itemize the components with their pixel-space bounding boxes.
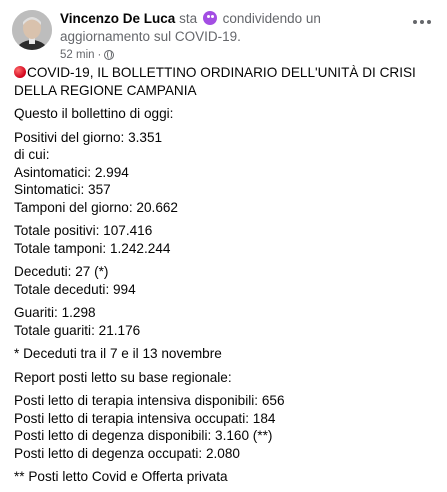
- report-intro-paragraph: Report posti letto su base regionale:: [14, 369, 434, 387]
- post-header-text: Vincenzo De Luca sta condividendo un agg…: [60, 10, 400, 46]
- smile-activity-icon: [202, 11, 217, 25]
- stat-line: Guariti: 1.298: [14, 305, 96, 320]
- stat-line: Posti letto di degenza occupati: 2.080: [14, 445, 240, 461]
- more-dot-icon: [420, 20, 424, 24]
- stat-line: Sintomatici: 357: [14, 182, 111, 197]
- post-timestamp[interactable]: 52 min: [60, 48, 95, 62]
- stat-line: Posti letto di terapia intensiva occupat…: [14, 410, 276, 426]
- author-avatar[interactable]: [12, 10, 52, 50]
- post-title: COVID-19, IL BOLLETTINO ORDINARIO DELL'U…: [14, 65, 416, 98]
- stat-line: Tamponi del giorno: 20.662: [14, 199, 178, 215]
- report-intro: Report posti letto su base regionale:: [14, 369, 232, 385]
- daily-stats-paragraph: Positivi del giorno: 3.351 di cui: Asint…: [14, 129, 434, 217]
- deaths-note: * Deceduti tra il 7 e il 13 novembre: [14, 346, 222, 361]
- post-meta: 52 min ·: [60, 48, 115, 62]
- more-dot-icon: [427, 20, 431, 24]
- deaths-paragraph: Deceduti: 27 (*) Totale deceduti: 994: [14, 263, 434, 298]
- author-name[interactable]: Vincenzo De Luca: [60, 11, 175, 26]
- intro-text: Questo il bollettino di oggi:: [14, 106, 174, 121]
- globe-icon[interactable]: [104, 50, 115, 60]
- meta-separator: ·: [97, 49, 102, 61]
- stat-line: Totale tamponi: 1.242.244: [14, 240, 171, 256]
- stat-line: Asintomatici: 2.994: [14, 164, 129, 180]
- beds-paragraph: Posti letto di terapia intensiva disponi…: [14, 392, 434, 462]
- recovered-paragraph: Guariti: 1.298 Totale guariti: 21.176: [14, 304, 434, 339]
- stat-line: Posti letto di terapia intensiva disponi…: [14, 393, 285, 408]
- totals-paragraph: Totale positivi: 107.416 Totale tamponi:…: [14, 222, 434, 257]
- more-options-button[interactable]: [409, 14, 435, 30]
- facebook-post: Vincenzo De Luca sta condividendo un agg…: [0, 0, 447, 484]
- intro-paragraph: Questo il bollettino di oggi:: [14, 105, 434, 123]
- activity-prefix: sta: [179, 11, 198, 26]
- post-title-paragraph: COVID-19, IL BOLLETTINO ORDINARIO DELL'U…: [14, 64, 434, 99]
- stat-line: Totale positivi: 107.416: [14, 223, 153, 238]
- post-content: COVID-19, IL BOLLETTINO ORDINARIO DELL'U…: [14, 64, 434, 492]
- stat-line: Totale deceduti: 994: [14, 281, 136, 297]
- stat-line: Deceduti: 27 (*): [14, 264, 109, 279]
- stat-line: Positivi del giorno: 3.351: [14, 129, 163, 145]
- beds-note-paragraph: ** Posti letto Covid e Offerta privata: [14, 468, 434, 486]
- more-dot-icon: [413, 20, 417, 24]
- red-circle-icon: [14, 66, 26, 78]
- stat-line: Posti letto di degenza disponibili: 3.16…: [14, 428, 273, 443]
- stat-line: di cui:: [14, 147, 50, 162]
- deaths-note-paragraph: * Deceduti tra il 7 e il 13 novembre: [14, 345, 434, 363]
- post-header: Vincenzo De Luca sta condividendo un agg…: [12, 10, 435, 61]
- stat-line: Totale guariti: 21.176: [14, 322, 141, 338]
